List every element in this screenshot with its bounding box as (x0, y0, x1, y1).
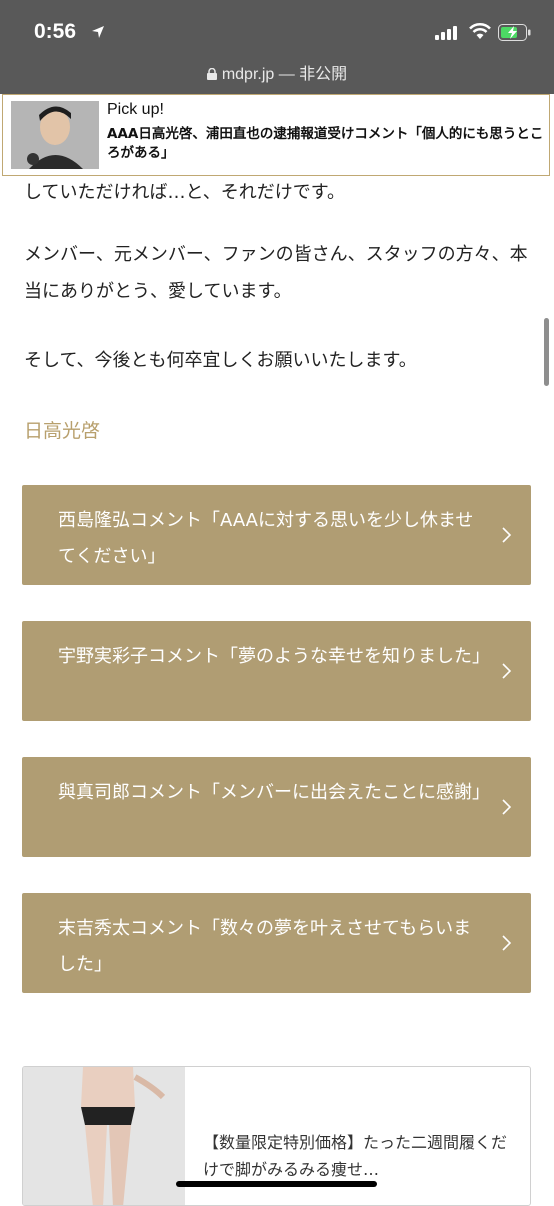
home-indicator[interactable] (176, 1181, 377, 1187)
pickup-banner[interactable]: Pick up! AAA日高光啓、浦田直也の逮捕報道受けコメント「個人的にも思う… (2, 94, 550, 176)
lock-icon (206, 68, 217, 80)
related-link-label: 西島隆弘コメント「AAAに対する思いを少し休ませてください」 (58, 510, 474, 567)
location-arrow-icon (92, 26, 104, 38)
related-link-label: 與真司郎コメント「メンバーに出会えたことに感謝」 (58, 782, 490, 803)
address-bar[interactable]: mdpr.jp — 非公開 (0, 60, 554, 83)
related-link-label: 宇野実彩子コメント「夢のような幸せを知りました」 (58, 646, 490, 667)
status-bar: 0:56 (0, 0, 554, 66)
pickup-thumbnail (11, 101, 99, 169)
browser-chrome: 0:56 mdpr.jp — 非公開 (0, 0, 554, 94)
wifi-icon (469, 23, 491, 39)
chevron-right-icon (502, 935, 512, 951)
article-author: 日高光啓 (24, 420, 101, 442)
chevron-right-icon (502, 799, 512, 815)
url-domain: mdpr.jp (221, 66, 275, 83)
battery-charging-icon (498, 24, 531, 41)
chevron-right-icon (502, 527, 512, 543)
related-link-button[interactable]: 宇野実彩子コメント「夢のような幸せを知りました」 (22, 621, 531, 721)
chevron-right-icon (502, 663, 512, 679)
person-photo-icon (11, 101, 99, 169)
article-paragraph: メンバー、元メンバー、ファンの皆さん、スタッフの方々、本当にありがとう、愛してい… (24, 244, 528, 302)
related-link-button[interactable]: 與真司郎コメント「メンバーに出会えたことに感謝」 (22, 757, 531, 857)
related-link-button[interactable]: 末吉秀太コメント「数々の夢を叶えさせてもらいました」 (22, 893, 531, 993)
related-link-label: 末吉秀太コメント「数々の夢を叶えさせてもらいました」 (58, 918, 472, 975)
cellular-signal-icon (435, 26, 457, 40)
status-time: 0:56 (34, 20, 77, 43)
ad-text[interactable]: 【数量限定特別価格】たった二週間履くだけで脚がみるみる痩せ… (203, 1129, 521, 1183)
legs-photo-icon (23, 1067, 185, 1205)
article-paragraph: そして、今後とも何卒宜しくお願いいたします。 (24, 350, 417, 371)
scrollbar-thumb[interactable] (544, 318, 549, 386)
pickup-title[interactable]: AAA日高光啓、浦田直也の逮捕報道受けコメント「個人的にも思うところがある」 (107, 125, 547, 163)
pickup-label: Pick up! (107, 101, 164, 118)
url-privacy-label: — 非公開 (278, 66, 348, 83)
related-link-button[interactable]: 西島隆弘コメント「AAAに対する思いを少し休ませてください」 (22, 485, 531, 585)
article-text-partial: していただければ…と、それだけです。 (24, 182, 345, 203)
ad-image (23, 1067, 185, 1205)
